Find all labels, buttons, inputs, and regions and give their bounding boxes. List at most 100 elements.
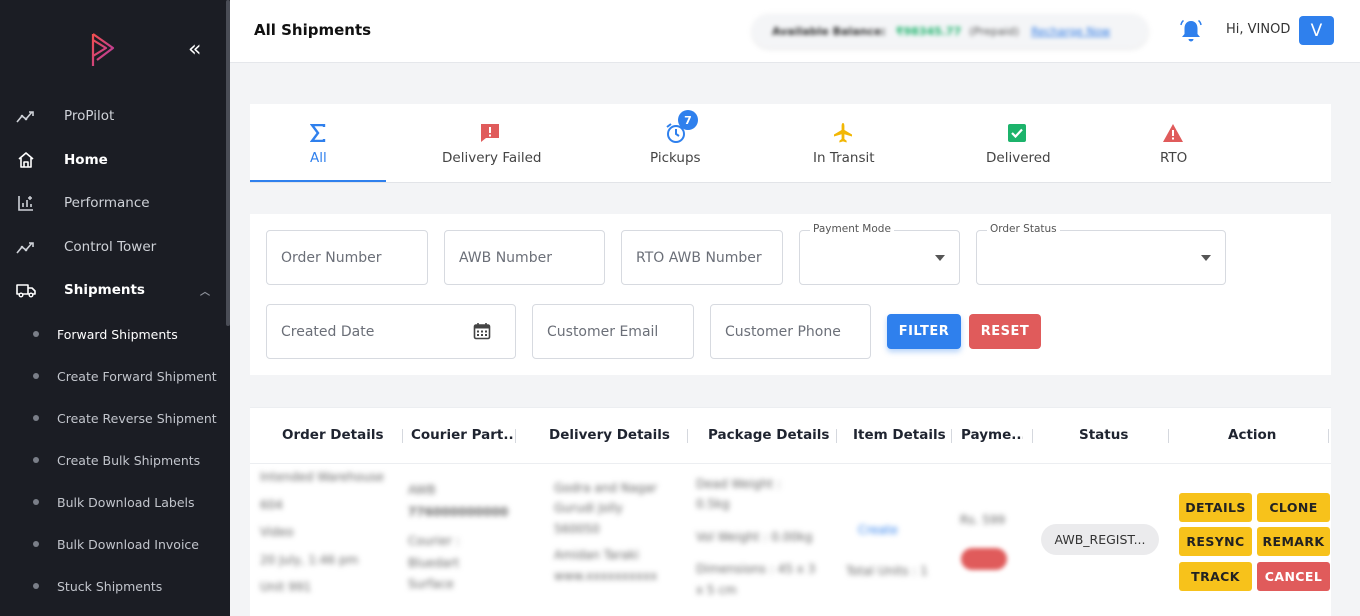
- tab-label: Delivery Failed: [442, 150, 542, 166]
- sub-item-create-forward-shipment[interactable]: Create Forward Shipment: [0, 361, 226, 391]
- shipments-table: Order Details Courier Part... Delivery D…: [250, 407, 1331, 616]
- collapse-sidebar-button[interactable]: «: [188, 38, 201, 62]
- created-date-input[interactable]: Created Date: [266, 304, 516, 359]
- sidebar: « ProPilot Home Performance Control Towe…: [0, 0, 230, 616]
- tab-delivery-failed[interactable]: Delivery Failed: [420, 104, 560, 183]
- order-status-select[interactable]: Order Status: [976, 223, 1226, 285]
- nav-label: Home: [64, 152, 108, 168]
- chart-icon: [16, 193, 36, 213]
- nav-item-performance[interactable]: Performance: [0, 185, 226, 221]
- sub-item-create-reverse-shipment[interactable]: Create Reverse Shipment: [0, 403, 226, 433]
- order-number-input[interactable]: Order Number: [266, 230, 428, 285]
- sub-item-forward-shipments[interactable]: Forward Shipments: [0, 319, 226, 349]
- chevron-up-icon: ︿: [200, 286, 210, 298]
- reset-button[interactable]: RESET: [969, 314, 1041, 349]
- package-details-cell: Dead Weight : 0.5kg Vol Weight : 0.00kg …: [696, 474, 836, 600]
- dimensions-value: x 5 cm: [696, 582, 737, 597]
- pickup-pin: 560050: [554, 521, 600, 536]
- pickup-name: Gurudi Jolly: [554, 501, 623, 516]
- balance-value: ₹98345.77: [895, 24, 962, 38]
- calendar-icon[interactable]: [473, 322, 491, 340]
- item-link[interactable]: Create: [846, 510, 946, 551]
- dropdown-arrow-icon: [935, 255, 945, 261]
- column-divider[interactable]: [1168, 429, 1169, 443]
- awb-number-input[interactable]: AWB Number: [444, 230, 605, 285]
- column-divider[interactable]: [1032, 429, 1033, 443]
- brand-logo: [91, 33, 115, 66]
- truck-icon: [16, 280, 36, 300]
- payment-mode-badge: [961, 548, 1007, 570]
- column-header[interactable]: Courier Part...: [411, 427, 513, 443]
- column-divider[interactable]: [515, 429, 516, 443]
- column-header[interactable]: Action: [1228, 427, 1276, 443]
- nav-item-propilot[interactable]: ProPilot: [0, 98, 226, 134]
- trend-icon: [16, 106, 36, 126]
- tab-delivered[interactable]: Delivered: [972, 104, 1062, 183]
- remark-button[interactable]: REMARK: [1257, 527, 1330, 556]
- column-divider[interactable]: [836, 429, 837, 443]
- sub-item-create-bulk-shipments[interactable]: Create Bulk Shipments: [0, 445, 226, 475]
- avatar[interactable]: V: [1299, 16, 1334, 45]
- sub-item-label: Create Forward Shipment: [57, 368, 217, 384]
- sub-item-label: Create Bulk Shipments: [57, 452, 201, 468]
- tab-label: Pickups: [650, 150, 701, 166]
- column-divider[interactable]: [687, 429, 688, 443]
- sigma-icon: [307, 122, 329, 144]
- column-header[interactable]: Item Details: [853, 427, 946, 443]
- details-button[interactable]: DETAILS: [1179, 493, 1252, 522]
- rto-awb-number-input[interactable]: RTO AWB Number: [621, 230, 783, 285]
- tab-label: RTO: [1160, 150, 1188, 166]
- tab-all[interactable]: All: [250, 104, 386, 183]
- courier-name: Bluedart: [408, 555, 460, 570]
- tab-pickups[interactable]: 7 Pickups: [630, 104, 730, 183]
- user-greeting: Hi, VINOD: [1226, 22, 1291, 37]
- nav-item-shipments[interactable]: Shipments ︿: [0, 272, 226, 308]
- order-channel: Video: [260, 525, 294, 540]
- filter-button[interactable]: FILTER: [887, 314, 961, 349]
- pickup-address: Godra and Nagar: [554, 481, 657, 495]
- bell-icon[interactable]: [1180, 19, 1202, 43]
- table-header: Order Details Courier Part... Delivery D…: [250, 408, 1331, 464]
- created-date-placeholder: Created Date: [281, 323, 375, 340]
- recharge-link[interactable]: Recharge Now: [1031, 25, 1110, 38]
- item-details-cell: Create Total Units : 1: [846, 510, 946, 592]
- airplane-icon: [832, 122, 854, 144]
- sub-item-label: Create Reverse Shipment: [57, 410, 217, 426]
- resync-button[interactable]: RESYNC: [1179, 527, 1252, 556]
- status-badge: AWB_REGIST...: [1041, 524, 1159, 555]
- drop-address: www.xxxxxxxxxx: [554, 568, 658, 583]
- sub-item-label: Stuck Shipments: [57, 578, 163, 594]
- trend-icon: [16, 237, 36, 257]
- warning-triangle-icon: [1162, 122, 1184, 144]
- dimensions-label: Dimensions : 45 x 3: [696, 562, 816, 577]
- customer-email-input[interactable]: Customer Email: [532, 304, 694, 359]
- tab-label: All: [310, 150, 327, 166]
- column-header[interactable]: Status: [1079, 427, 1128, 443]
- cancel-button[interactable]: CANCEL: [1257, 562, 1330, 591]
- bullet-dot: [33, 583, 39, 589]
- sub-item-stuck-shipments[interactable]: Stuck Shipments: [0, 571, 226, 601]
- column-divider[interactable]: [1328, 429, 1329, 443]
- tab-label: In Transit: [813, 150, 875, 166]
- column-header[interactable]: Delivery Details: [549, 427, 670, 443]
- track-button[interactable]: TRACK: [1179, 562, 1252, 591]
- home-icon: [16, 150, 36, 170]
- customer-phone-input[interactable]: Customer Phone: [710, 304, 871, 359]
- column-header[interactable]: Payme...: [961, 427, 1023, 443]
- balance-label: Available Balance:: [772, 24, 886, 38]
- top-header: All Shipments Available Balance: ₹98345.…: [230, 0, 1360, 63]
- bullet-dot: [33, 373, 39, 379]
- tab-in-transit[interactable]: In Transit: [798, 104, 888, 183]
- column-header[interactable]: Package Details: [708, 427, 829, 443]
- nav-item-home[interactable]: Home: [0, 142, 226, 178]
- tab-rto[interactable]: RTO: [1140, 104, 1206, 183]
- nav-item-control-tower[interactable]: Control Tower: [0, 229, 226, 265]
- payment-mode-select[interactable]: Payment Mode: [799, 223, 960, 285]
- column-divider[interactable]: [951, 429, 952, 443]
- sub-item-bulk-download-invoice[interactable]: Bulk Download Invoice: [0, 529, 226, 559]
- sub-item-bulk-download-labels[interactable]: Bulk Download Labels: [0, 487, 226, 517]
- clone-button[interactable]: CLONE: [1257, 493, 1330, 522]
- column-header[interactable]: Order Details: [282, 427, 384, 443]
- column-divider[interactable]: [402, 429, 403, 443]
- alert-message-icon: [479, 122, 501, 144]
